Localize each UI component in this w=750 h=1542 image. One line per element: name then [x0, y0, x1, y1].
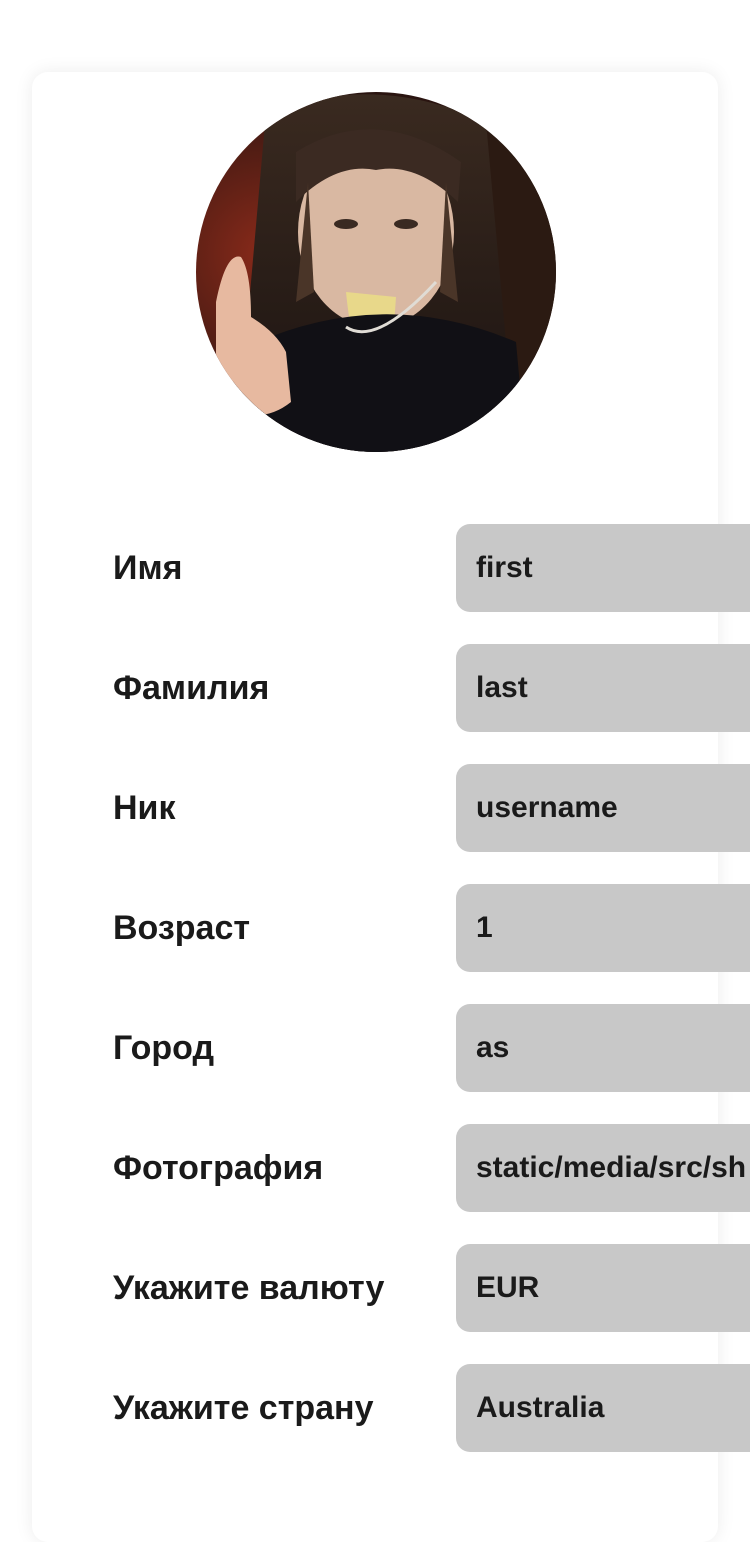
photo-label: Фотография [113, 1149, 324, 1187]
city-label: Город [113, 1029, 215, 1067]
city-input[interactable] [456, 1004, 750, 1092]
username-input[interactable] [456, 764, 750, 852]
age-input[interactable] [456, 884, 750, 972]
country-label: Укажите страну [113, 1389, 374, 1427]
last-name-label: Фамилия [113, 669, 270, 707]
last-name-input[interactable] [456, 644, 750, 732]
currency-input[interactable] [456, 1244, 750, 1332]
username-label: Ник [113, 789, 176, 827]
first-name-input[interactable] [456, 524, 750, 612]
country-input[interactable] [456, 1364, 750, 1452]
profile-photo-icon [196, 92, 556, 452]
age-label: Возраст [113, 909, 251, 947]
photo-input[interactable] [456, 1124, 750, 1212]
currency-label: Укажите валюту [113, 1269, 385, 1307]
avatar [196, 92, 556, 452]
first-name-label: Имя [113, 549, 183, 587]
